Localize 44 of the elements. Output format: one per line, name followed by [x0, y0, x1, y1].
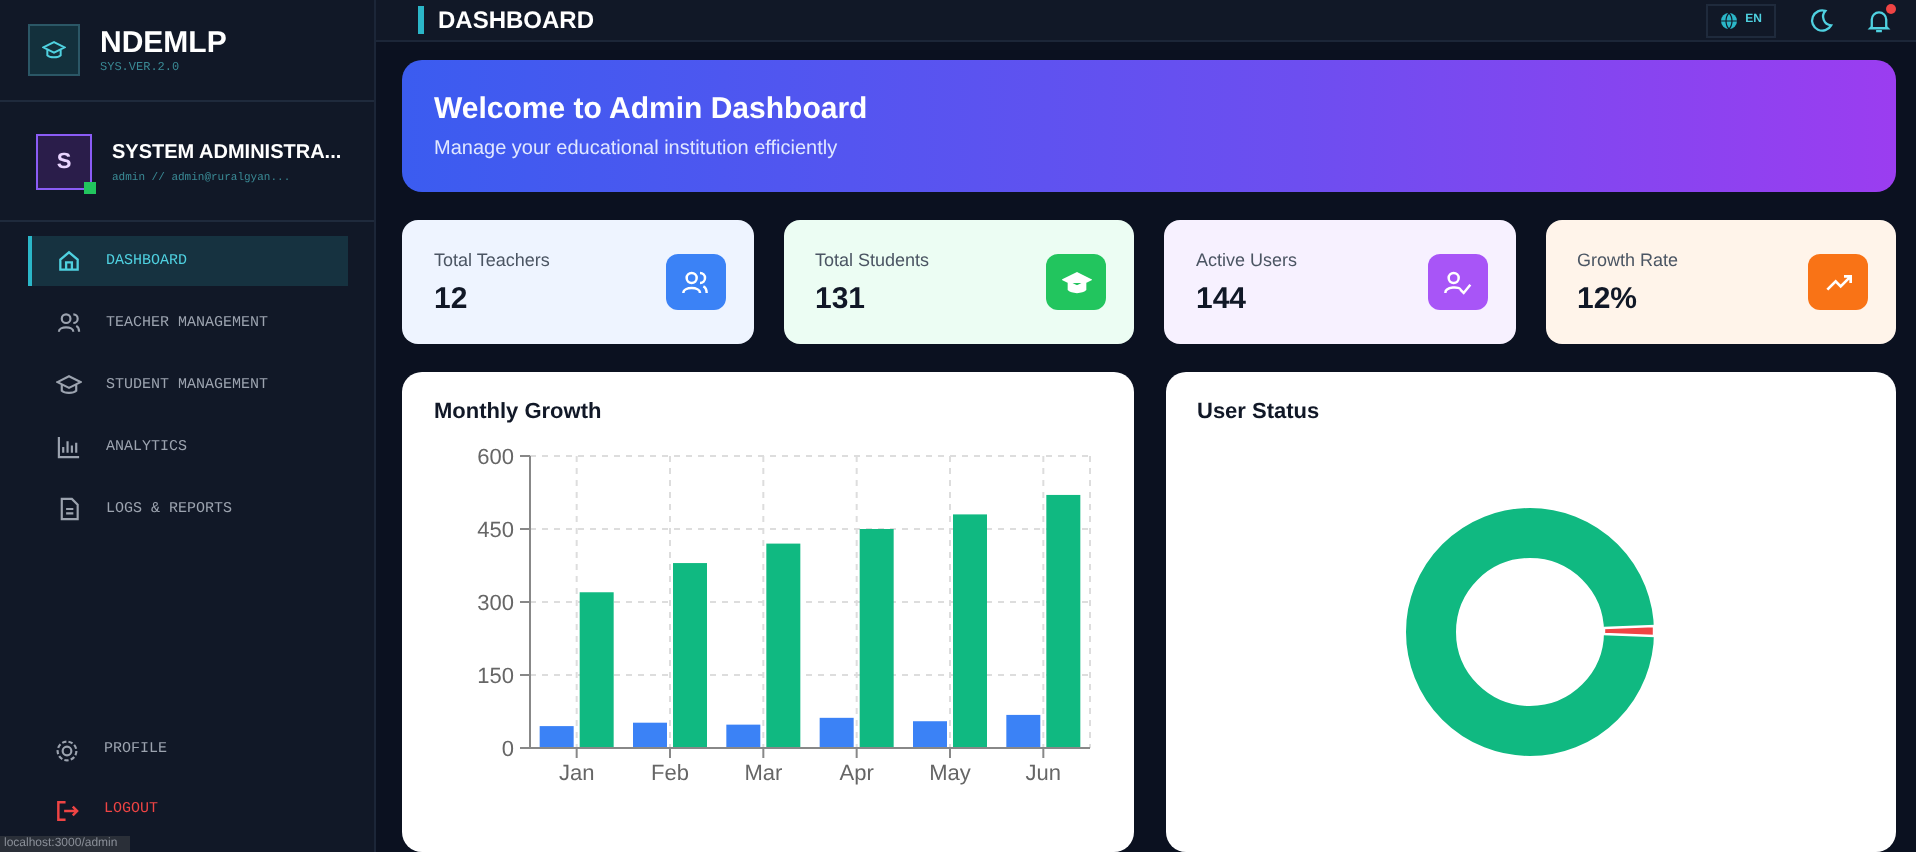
stat-value: 12 [434, 281, 470, 315]
chart-bar [633, 722, 667, 748]
chart-bar [1006, 714, 1041, 748]
banner-title: Welcome to Admin Dashboard [434, 92, 870, 126]
page-title: DASHBOARD [418, 6, 594, 34]
house-icon [56, 248, 82, 274]
panel-title: Monthly Growth [432, 400, 604, 424]
chart-bar [913, 721, 947, 748]
stat-label: Growth Rate [1577, 249, 1679, 269]
app-title: NDEMLP [100, 27, 227, 59]
stat-value: 144 [1196, 281, 1249, 315]
document-icon [56, 496, 82, 522]
axis-tick-label: 300 [477, 592, 514, 616]
graduation-cap-logo-icon [28, 24, 80, 76]
stat-label: Total Teachers [434, 249, 550, 269]
axis-tick-label: Jun [1025, 762, 1062, 786]
axis-tick-label: May [929, 762, 971, 786]
axis-tick-label: Apr [839, 762, 874, 786]
user-name: SYSTEM ADMINISTRA... [112, 141, 342, 163]
stat-value: 131 [815, 281, 868, 315]
stat-value: 12% [1577, 281, 1640, 315]
settings-icon [54, 737, 80, 763]
axis-tick-label: Feb [651, 762, 689, 786]
user-avatar: S [36, 134, 92, 190]
axis-tick-label: Mar [744, 762, 783, 786]
globe-icon [1719, 11, 1738, 29]
bar-chart-icon [56, 434, 82, 460]
chart-bar [819, 717, 854, 748]
panel-title: User Status [1195, 400, 1322, 424]
stat-label: Active Users [1196, 249, 1298, 269]
chart-bar [726, 724, 761, 748]
banner-subtitle: Manage your educational institution efficiently [434, 138, 840, 160]
axis-tick-label: 600 [477, 446, 514, 470]
bell-icon[interactable] [1866, 7, 1892, 33]
stat-label: Total Students [815, 249, 930, 269]
logout-icon [54, 797, 80, 823]
axis-tick-label: 150 [477, 665, 514, 689]
axis-tick-label: Jan [558, 762, 595, 786]
people-icon [56, 310, 82, 336]
axis-tick-label: 450 [477, 519, 514, 543]
chart-bar [539, 726, 574, 748]
graduation-cap-icon [56, 372, 82, 398]
moon-icon[interactable] [1808, 7, 1834, 33]
axis-tick-label: 0 [501, 738, 514, 762]
